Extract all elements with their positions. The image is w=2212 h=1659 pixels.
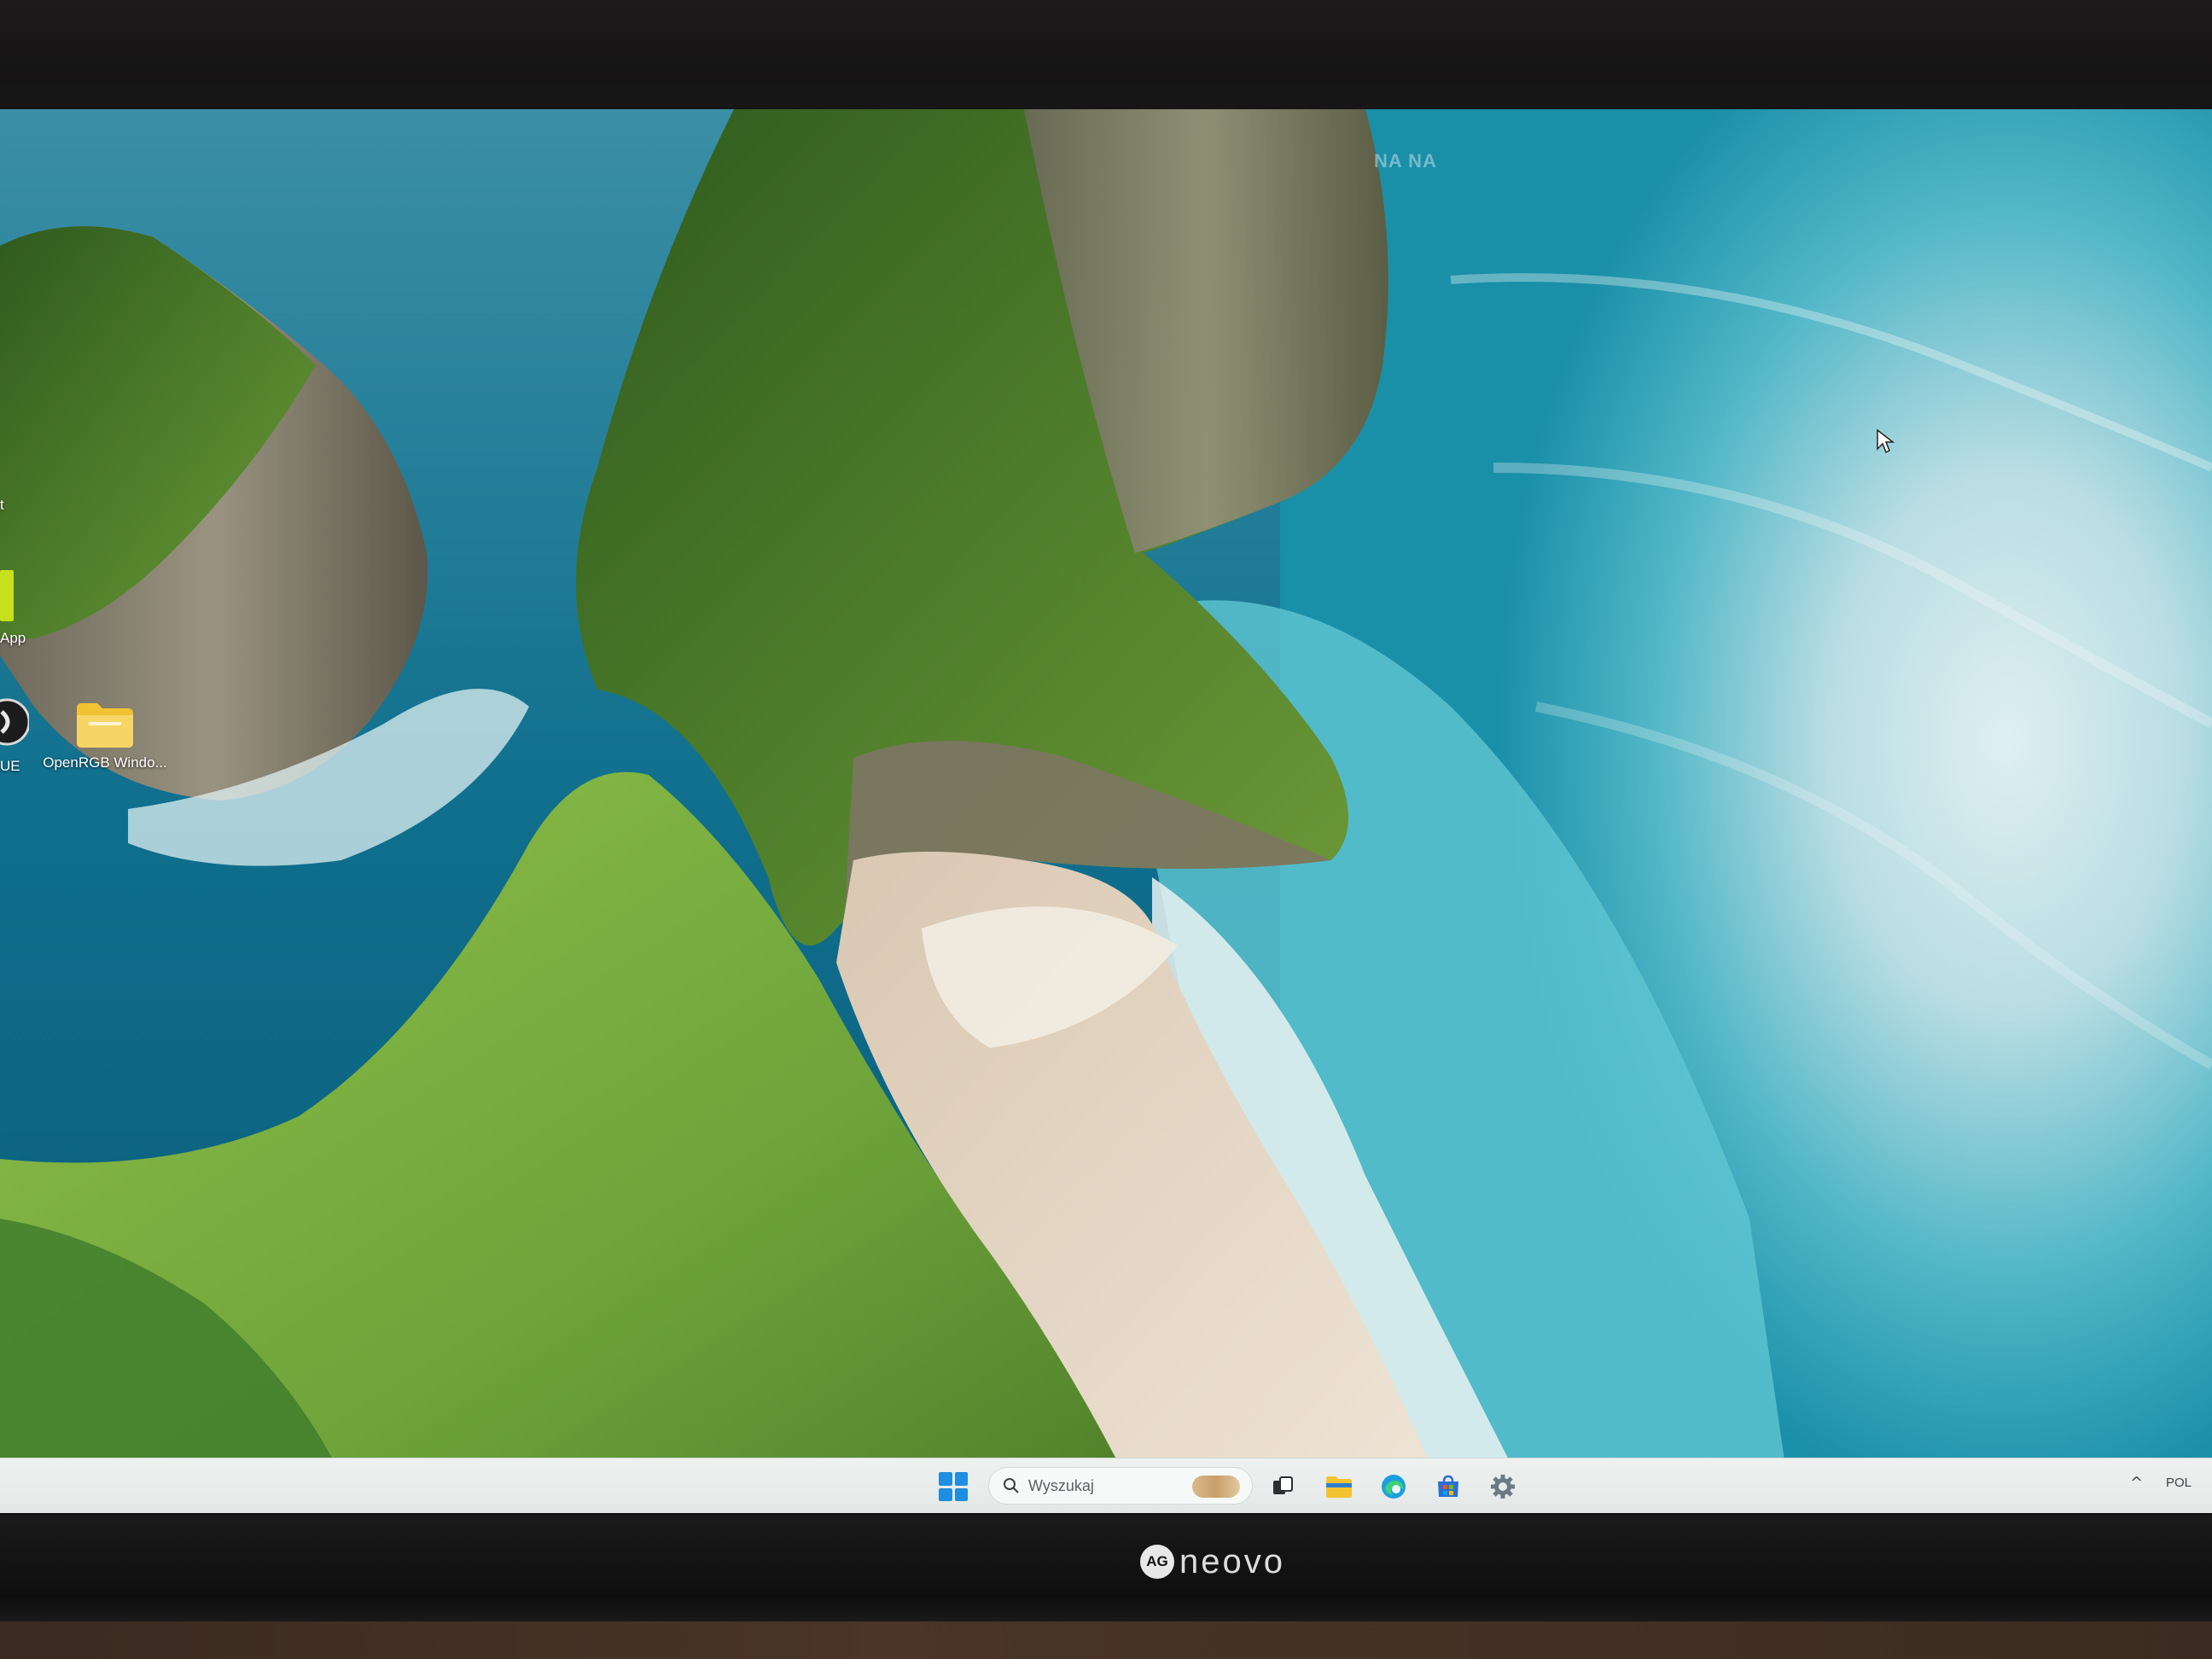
brand-name: neovo [1179, 1542, 1285, 1580]
desktop-icon-label: OpenRGB Windo... [43, 754, 167, 771]
mouse-cursor-icon [1877, 428, 1895, 454]
search-icon [1004, 1478, 1019, 1493]
edge-label-top: t [0, 497, 4, 513]
task-view-icon[interactable] [1266, 1470, 1299, 1503]
edge-label-icue[interactable]: UE [0, 758, 20, 775]
file-explorer-icon[interactable] [1323, 1470, 1355, 1503]
wallpaper-coastline [0, 109, 2212, 1513]
monitor-bezel-bottom [0, 1515, 2212, 1634]
icue-icon[interactable] [0, 696, 29, 748]
folder-icon [77, 703, 133, 748]
photo-of-monitor: NA NA t App UE OpenRGB Windo... Wyszukaj… [0, 0, 2212, 1659]
windows-start-icon[interactable] [939, 1472, 968, 1501]
edge-browser-icon[interactable] [1377, 1470, 1410, 1503]
microsoft-store-icon[interactable] [1432, 1470, 1464, 1503]
desktop-icon-openrgb[interactable]: OpenRGB Windo... [41, 700, 169, 771]
app-shortcut-icon[interactable] [0, 570, 14, 621]
edge-label-app[interactable]: App [0, 630, 26, 647]
taskbar-search-box[interactable]: Wyszukaj [988, 1467, 1253, 1505]
search-placeholder: Wyszukaj [1028, 1476, 1094, 1494]
monitor-brand-logo: AG neovo [1140, 1538, 1328, 1586]
brand-badge: AG [1140, 1545, 1174, 1579]
search-highlight-icon [1192, 1476, 1240, 1498]
desktop-widget-text: NA NA [1374, 150, 1437, 172]
desktop-screen: NA NA t App UE OpenRGB Windo... Wyszukaj… [0, 109, 2212, 1513]
settings-icon[interactable] [1487, 1470, 1519, 1503]
desk-surface [0, 1621, 2212, 1659]
taskbar: Wyszukaj ^ POL [0, 1458, 2212, 1513]
language-indicator[interactable]: POL [2166, 1476, 2192, 1490]
tray-chevron-up-icon[interactable]: ^ [2130, 1474, 2143, 1492]
